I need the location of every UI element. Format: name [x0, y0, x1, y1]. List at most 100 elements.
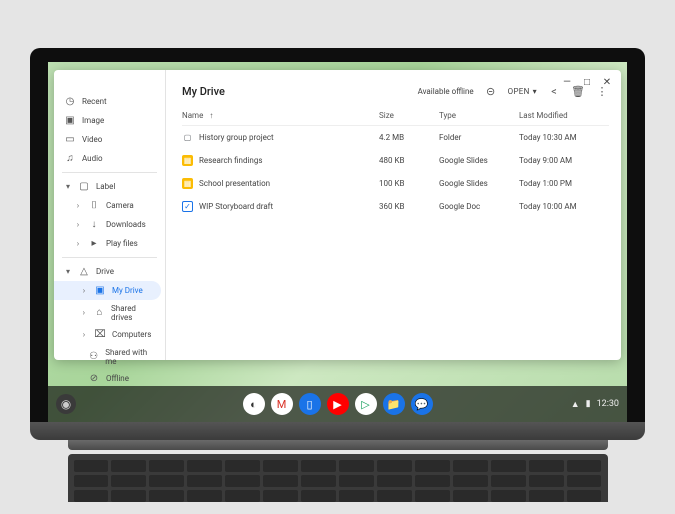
expand-icon: ▾: [64, 182, 72, 191]
sidebar-item-label: My Drive: [112, 286, 143, 295]
sidebar-item-camera[interactable]: › ⌷ Camera: [54, 196, 165, 215]
doc-icon: ✓: [182, 201, 193, 212]
file-size: 4.2 MB: [379, 133, 439, 142]
file-name: WIP Storyboard draft: [199, 202, 273, 211]
launcher-button[interactable]: ◉: [56, 394, 76, 414]
sidebar-section-drive[interactable]: ▾△Drive: [54, 262, 165, 281]
col-type[interactable]: Type: [439, 111, 519, 120]
files-app-window: — □ ✕ ◷ Recent ▣ Image ▭Video ♫ Audio ▾ ▢ Lab…: [54, 70, 621, 360]
sidebar-item-shareddrives[interactable]: ›⌂Shared drives: [54, 300, 165, 325]
table-row[interactable]: ▦ School presentation 100 KBGoogle SlidesT…: [182, 172, 609, 195]
open-button[interactable]: OPEN▾: [508, 87, 537, 96]
shelf-dock: ◐ M ▯ ▶ ▷ 📁 💬: [243, 393, 433, 415]
slides-icon: ▦: [182, 155, 193, 166]
sidebar-item-label: Camera: [106, 201, 134, 210]
file-type: Google Doc: [439, 202, 519, 211]
gmail-icon[interactable]: M: [271, 393, 293, 415]
sidebar-item-video[interactable]: ▭Video: [54, 130, 165, 149]
battery-icon: ▮: [586, 399, 591, 409]
sidebar-item-label: Drive: [96, 267, 114, 276]
window-maximize-button[interactable]: □: [581, 76, 593, 88]
chevron-down-icon: ▾: [533, 87, 537, 96]
tag-icon: ▢: [78, 181, 90, 193]
files-icon[interactable]: 📁: [383, 393, 405, 415]
laptop-keyboard: [68, 454, 608, 502]
main-header: My Drive Available offline ⊝ OPEN▾ < 🗑 ⋮: [182, 78, 609, 106]
files-sidebar: ◷ Recent ▣ Image ▭Video ♫ Audio ▾ ▢ Label › ⌷ C…: [54, 70, 166, 360]
chevron-right-icon: ›: [74, 239, 82, 248]
col-modified[interactable]: Last Modified: [519, 111, 609, 120]
computers-icon: ⌧: [94, 329, 106, 341]
table-row[interactable]: ▦ Research findings 480 KBGoogle SlidesTod…: [182, 149, 609, 172]
chevron-right-icon: ›: [80, 308, 88, 317]
sidebar-item-playfiles[interactable]: › ▸ Play files: [54, 234, 165, 253]
download-icon: ↓: [88, 219, 100, 231]
docs-icon[interactable]: ▯: [299, 393, 321, 415]
slides-icon: ▦: [182, 178, 193, 189]
sidebar-item-label: Offline: [106, 374, 129, 383]
chevron-right-icon: ›: [74, 220, 82, 229]
audio-icon: ♫: [64, 153, 76, 165]
chrome-icon[interactable]: ◐: [243, 393, 265, 415]
table-row[interactable]: ▢History group project4.2 MBFolderToday …: [182, 126, 609, 149]
screen-bezel: — □ ✕ ◷ Recent ▣ Image ▭Video ♫ Audio ▾ ▢ Lab…: [30, 48, 645, 422]
file-name: History group project: [199, 133, 274, 142]
messages-icon[interactable]: 💬: [411, 393, 433, 415]
sidebar-divider: [62, 172, 157, 173]
file-name: Research findings: [199, 156, 262, 165]
status-tray[interactable]: ▲ ▮ 12:30: [571, 399, 619, 410]
window-close-button[interactable]: ✕: [601, 76, 613, 88]
file-type: Folder: [439, 133, 519, 142]
laptop-frame: — □ ✕ ◷ Recent ▣ Image ▭Video ♫ Audio ▾ ▢ Lab…: [30, 48, 645, 502]
image-icon: ▣: [64, 115, 76, 127]
offline-icon: ⊘: [88, 373, 100, 385]
sidebar-item-computers[interactable]: ›⌧Computers: [54, 325, 165, 344]
file-modified: Today 1:00 PM: [519, 179, 609, 188]
file-type: Google Slides: [439, 156, 519, 165]
chromeos-shelf: ◉ ◐ M ▯ ▶ ▷ 📁 💬 ▲ ▮ 12:30: [48, 386, 627, 422]
window-titlebar: — □ ✕: [553, 70, 621, 94]
sidebar-divider: [62, 257, 157, 258]
sidebar-item-image[interactable]: ▣ Image: [54, 111, 165, 130]
file-type: Google Slides: [439, 179, 519, 188]
sidebar-item-label: Play files: [106, 239, 138, 248]
sort-asc-icon: ↑: [209, 111, 213, 120]
sidebar-item-label: Audio: [82, 154, 103, 163]
play-icon: ▸: [88, 238, 100, 250]
table-row[interactable]: ✓WIP Storyboard draft360 KBGoogle DocTod…: [182, 195, 609, 218]
camera-icon: ⌷: [88, 200, 100, 212]
shared-drives-icon: ⌂: [94, 307, 105, 319]
youtube-icon[interactable]: ▶: [327, 393, 349, 415]
offline-toggle-icon[interactable]: ⊝: [484, 84, 498, 98]
chevron-right-icon: ›: [74, 201, 82, 210]
clock-icon: ◷: [64, 96, 76, 108]
sidebar-section-label[interactable]: ▾ ▢ Label: [54, 177, 165, 196]
col-name[interactable]: Name↑: [182, 111, 379, 120]
laptop-hinge: [68, 440, 608, 450]
file-modified: Today 9:00 AM: [519, 156, 609, 165]
clock: 12:30: [597, 399, 619, 409]
sidebar-item-mydrive[interactable]: ›▣My Drive: [54, 281, 161, 300]
sidebar-item-label: Shared with me: [105, 348, 157, 366]
sidebar-item-label: Recent: [82, 97, 107, 106]
file-size: 480 KB: [379, 156, 439, 165]
col-size[interactable]: Size: [379, 111, 439, 120]
sidebar-item-label: Label: [96, 182, 115, 191]
sidebar-item-label: Computers: [112, 330, 151, 339]
sidebar-item-label: Image: [82, 116, 104, 125]
folder-icon: ▢: [182, 132, 193, 143]
sidebar-item-sharedwithme[interactable]: ⚇ Shared with me: [54, 344, 165, 369]
table-header: Name↑ Size Type Last Modified: [182, 106, 609, 126]
file-size: 100 KB: [379, 179, 439, 188]
expand-icon: ▾: [64, 267, 72, 276]
sidebar-item-label: Video: [82, 135, 102, 144]
wifi-icon: ▲: [571, 399, 580, 410]
sidebar-item-audio[interactable]: ♫ Audio: [54, 149, 165, 168]
playstore-icon[interactable]: ▷: [355, 393, 377, 415]
laptop-base: [30, 422, 645, 440]
window-minimize-button[interactable]: —: [561, 76, 573, 88]
shared-icon: ⚇: [88, 351, 99, 363]
sidebar-item-downloads[interactable]: ›↓Downloads: [54, 215, 165, 234]
sidebar-item-recent[interactable]: ◷ Recent: [54, 92, 165, 111]
file-name: School presentation: [199, 179, 270, 188]
